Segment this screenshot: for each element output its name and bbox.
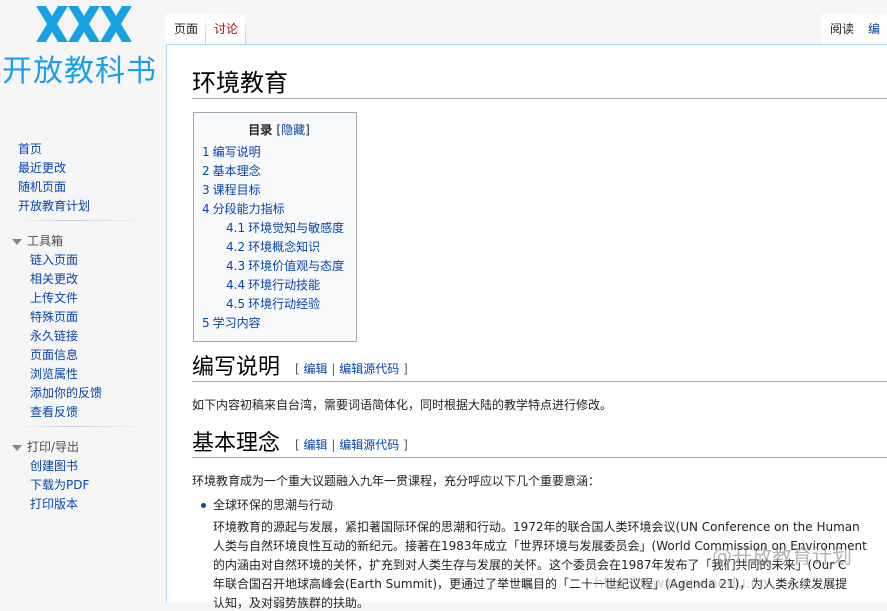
- edit-source-link[interactable]: 编辑源代码: [339, 438, 399, 452]
- logo-text: 开放教科书: [2, 54, 157, 89]
- sidebar-item-view-feedback[interactable]: 查看反馈: [30, 405, 78, 419]
- edit-section-link[interactable]: 编辑: [304, 362, 328, 376]
- tab-discussion-label: 讨论: [214, 22, 239, 36]
- section-heading-label: 基本理念: [192, 431, 281, 456]
- sidebar-item-printable-version[interactable]: 打印版本: [30, 497, 78, 511]
- toc-item[interactable]: 3 课程目标: [202, 181, 356, 200]
- section-edit-links: [ 编辑 | 编辑源代码 ]: [295, 361, 408, 376]
- bullet-text-line: 环境教育的源起与发展，紧扣著国际环保的思潮和行动。1972年的联合国人类环境会议…: [213, 520, 860, 534]
- sidebar-item-recent-changes[interactable]: 最近更改: [18, 161, 66, 175]
- tab-read-label: 阅读: [830, 22, 855, 36]
- section-heading-label: 编写说明: [192, 355, 281, 380]
- toc-item[interactable]: 5 学习内容: [202, 314, 356, 333]
- toc-item[interactable]: 2 基本理念: [202, 162, 356, 181]
- sidebar-nav-main: 首页 最近更改 随机页面 开放教育计划: [0, 140, 165, 216]
- edit-source-link[interactable]: 编辑源代码: [339, 362, 399, 376]
- section-heading-basic-concepts: 基本理念 [ 编辑 | 编辑源代码 ]: [192, 425, 887, 458]
- tab-read[interactable]: 阅读: [822, 14, 863, 44]
- logo-mark-icon: [36, 6, 132, 42]
- toc-item[interactable]: 4 分段能力指标: [202, 200, 356, 219]
- sidebar-item-browse-properties[interactable]: 浏览属性: [30, 367, 78, 381]
- section-edit-links: [ 编辑 | 编辑源代码 ]: [295, 437, 408, 452]
- toc-item[interactable]: 4.1 环境觉知与敏感度: [202, 219, 356, 238]
- watermark-url: http://www.openedu.cn: [594, 574, 769, 592]
- toc-hide-toggle: [隐藏]: [276, 123, 310, 137]
- sidebar-item-what-links-here[interactable]: 链入页面: [30, 253, 78, 267]
- sidebar-item-permanent-link[interactable]: 永久链接: [30, 329, 78, 343]
- sidebar-item-download-pdf[interactable]: 下载为PDF: [30, 478, 89, 492]
- tab-page[interactable]: 页面: [166, 14, 207, 44]
- print-export-heading-label: 打印/导出: [27, 440, 80, 454]
- print-list: 创建图书 下载为PDF 打印版本: [0, 457, 165, 514]
- table-of-contents: 目录 [隐藏] 1 编写说明 2 基本理念 3 课程目标 4 分段能力指标 4.1 环境觉…: [193, 112, 357, 342]
- toc-item[interactable]: 4.2 环境概念知识: [202, 238, 356, 257]
- toc-title-label: 目录: [248, 123, 273, 137]
- site-logo[interactable]: 开放教科书: [0, 0, 165, 90]
- tab-edit[interactable]: 编辑: [860, 14, 887, 66]
- watermark-weibo: @开放教育计划: [712, 544, 852, 568]
- toc-item[interactable]: 1 编写说明: [202, 143, 356, 162]
- sidebar-divider: [18, 220, 147, 221]
- collapse-triangle-icon: [12, 444, 22, 451]
- section-heading-writing-notes: 编写说明 [ 编辑 | 编辑源代码 ]: [192, 349, 887, 382]
- tools-heading[interactable]: 工具箱: [0, 231, 165, 251]
- collapse-triangle-icon: [12, 238, 22, 245]
- tools-list: 链入页面 相关更改 上传文件 特殊页面 永久链接 页面信息 浏览属性 添加你的反…: [0, 251, 165, 422]
- toc-item[interactable]: 4.3 环境价值观与态度: [202, 257, 356, 276]
- bullet-icon: [201, 503, 206, 508]
- content-area: 环境教育 目录 [隐藏] 1 编写说明 2 基本理念 3 课程目标 4 分段能力指标 4…: [166, 44, 887, 610]
- toc-list: 1 编写说明 2 基本理念 3 课程目标 4 分段能力指标 4.1 环境觉知与敏感度 4.…: [202, 143, 356, 333]
- sidebar-item-open-edu-project[interactable]: 开放教育计划: [18, 199, 90, 213]
- tab-discussion[interactable]: 讨论: [206, 14, 247, 44]
- page-title: 环境教育: [192, 69, 288, 97]
- sidebar-item-special-pages[interactable]: 特殊页面: [30, 310, 78, 324]
- toc-title: 目录 [隐藏]: [202, 121, 356, 139]
- sidebar-item-add-feedback[interactable]: 添加你的反馈: [30, 386, 102, 400]
- section-paragraph: 环境教育成为一个重大议题融入九年一贯课程，充分呼应以下几个重要意涵：: [192, 474, 601, 488]
- section-paragraph: 如下内容初稿来自台湾，需要词语简体化，同时根据大陆的教学特点进行修改。: [192, 398, 613, 412]
- title-divider: [192, 98, 887, 99]
- sidebar-item-create-book[interactable]: 创建图书: [30, 459, 78, 473]
- sidebar-item-random-page[interactable]: 随机页面: [18, 180, 66, 194]
- sidebar-item-upload-file[interactable]: 上传文件: [30, 291, 78, 305]
- sidebar-item-related-changes[interactable]: 相关更改: [30, 272, 78, 286]
- tools-heading-label: 工具箱: [27, 234, 64, 248]
- bullet-text-line: 认知，及对弱势族群的扶助。: [213, 596, 370, 610]
- bullet-title: 全球环保的思潮与行动: [213, 498, 334, 512]
- print-export-heading[interactable]: 打印/导出: [0, 437, 165, 457]
- toc-hide-link[interactable]: 隐藏: [281, 123, 305, 137]
- toc-item[interactable]: 4.5 环境行动经验: [202, 295, 356, 314]
- sidebar: 首页 最近更改 随机页面 开放教育计划 工具箱 链入页面 相关更改 上传文件 特…: [0, 140, 165, 514]
- sidebar-item-home[interactable]: 首页: [18, 142, 42, 156]
- edit-section-link[interactable]: 编辑: [304, 438, 328, 452]
- sidebar-divider: [18, 426, 147, 427]
- toc-item[interactable]: 4.4 环境行动技能: [202, 276, 356, 295]
- sidebar-item-page-info[interactable]: 页面信息: [30, 348, 78, 362]
- tab-page-label: 页面: [174, 22, 199, 36]
